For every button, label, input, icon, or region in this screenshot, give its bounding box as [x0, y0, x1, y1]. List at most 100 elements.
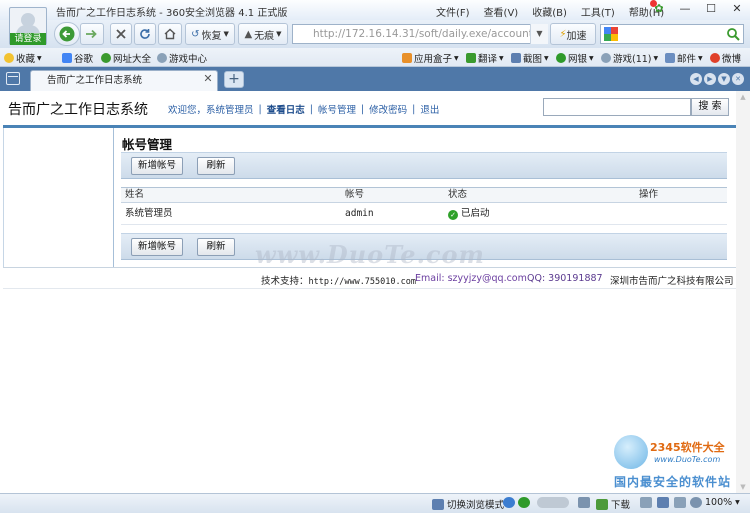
download-icon	[596, 498, 608, 510]
app-box-icon	[402, 53, 412, 63]
site-search-input[interactable]	[543, 98, 691, 116]
fav-site-directory-label: 网址大全	[113, 54, 152, 65]
table-header: 姓名 帐号 状态 操作	[121, 187, 727, 203]
security-icon[interactable]	[518, 497, 530, 508]
screen-icon[interactable]	[640, 497, 652, 508]
table-row[interactable]: 系统管理员 admin ✓ 已启动	[121, 203, 727, 225]
menu-view[interactable]: 查看(V)	[484, 4, 519, 19]
speedup-button[interactable]: ⚡ 加速	[550, 23, 596, 45]
nav-change-password[interactable]: 修改密码	[369, 102, 407, 116]
cell-status: ✓ 已启动	[448, 203, 490, 225]
scroll-up-icon[interactable]: ▲	[739, 93, 747, 101]
fav-games[interactable]: 游戏(11) ▼	[601, 51, 658, 65]
footer-qq: QQ: 390191887	[527, 273, 603, 284]
download-label: 下载	[611, 500, 631, 511]
login-button[interactable]: 请登录	[10, 33, 46, 45]
tab-list-icon[interactable]: ▼	[718, 73, 730, 85]
logo-slogan: 国内最安全的软件站	[614, 475, 732, 489]
refresh-button[interactable]: 刷新	[197, 157, 235, 175]
new-tab-button[interactable]: +	[224, 71, 244, 88]
tab-navigation: ◀ ▶ ▼ ✕	[690, 73, 744, 85]
skin-icon[interactable]: ✿	[650, 0, 666, 16]
favorites-menu[interactable]: 收藏 ▼	[4, 51, 42, 65]
refresh-browser-button[interactable]	[134, 23, 156, 45]
window-icon	[657, 497, 669, 508]
tab-active[interactable]: 告而广之工作日志系统	[30, 70, 218, 91]
logo-name: 2345软件大全	[650, 441, 725, 454]
zoom-control[interactable]: 100% ▼	[690, 497, 740, 508]
site-search-button[interactable]: 搜 索	[691, 98, 729, 116]
chevron-down-icon: ▼	[499, 54, 504, 62]
support-url[interactable]: http://www.755010.com	[309, 277, 416, 287]
shield-icon	[518, 497, 530, 508]
tab-next-icon[interactable]: ▶	[704, 73, 716, 85]
tab-close-all-icon[interactable]: ✕	[732, 73, 744, 85]
home-icon	[164, 28, 176, 40]
cell-account: admin	[345, 208, 374, 219]
bank-icon	[556, 53, 566, 63]
nav-logout[interactable]: 退出	[420, 102, 439, 116]
back-button[interactable]	[54, 22, 80, 46]
fav-weibo[interactable]: 微博	[710, 51, 741, 65]
grid-icon[interactable]	[578, 497, 590, 508]
address-bar[interactable]: http://172.16.14.31/soft/daily.exe/accou…	[292, 24, 548, 44]
add-account-button[interactable]: 新增帐号	[131, 157, 183, 175]
address-url: http://172.16.14.31/soft/daily.exe/accou…	[313, 28, 548, 40]
window-icon[interactable]	[657, 497, 669, 508]
fav-game-center-label: 游戏中心	[169, 54, 208, 65]
chevron-down-icon: ▼	[37, 54, 42, 62]
add-account-button[interactable]: 新增帐号	[131, 238, 183, 256]
ie-icon	[503, 497, 515, 508]
fav-bank-label: 网银	[568, 54, 588, 65]
forward-button[interactable]	[80, 23, 104, 45]
maximize-icon[interactable]: ☐	[704, 2, 718, 16]
fav-translate-label: 翻译	[478, 54, 498, 65]
fav-translate[interactable]: 翻译 ▼	[466, 51, 504, 65]
ie-engine-icon[interactable]	[503, 497, 515, 508]
fav-google-label: 谷歌	[74, 54, 94, 65]
stop-icon	[116, 29, 126, 39]
sidebar-toggle-icon[interactable]	[6, 72, 20, 85]
footer-support: 技术支持：http://www.755010.com	[261, 273, 416, 287]
web-page: 告而广之工作日志系统 欢迎您，系统管理员 | 查看日志 | 帐号管理 | 修改密…	[0, 91, 750, 493]
footer-email[interactable]: Email: szyyjzy@qq.com	[415, 273, 527, 284]
fav-game-center[interactable]: 游戏中心	[157, 51, 207, 65]
menu-file[interactable]: 文件(F)	[436, 4, 470, 19]
download-button[interactable]: 下载	[596, 497, 630, 511]
nav-account-management[interactable]: 帐号管理	[318, 102, 356, 116]
home-button[interactable]	[158, 23, 182, 45]
cell-name: 系统管理员	[125, 208, 173, 219]
tab-close-icon[interactable]: ✕	[202, 73, 214, 85]
fav-app-box-label: 应用盒子	[414, 54, 453, 65]
speed-mode-toggle[interactable]	[537, 497, 569, 508]
stop-button[interactable]	[110, 23, 132, 45]
tab-prev-icon[interactable]: ◀	[690, 73, 702, 85]
fav-bank[interactable]: 网银 ▼	[556, 51, 594, 65]
fav-google[interactable]: 谷歌	[62, 51, 93, 65]
browser-search-box[interactable]	[600, 24, 744, 44]
menu-tools[interactable]: 工具(T)	[581, 4, 615, 19]
window-title: 告而广之工作日志系统 - 360安全浏览器 4.1 正式版	[56, 8, 288, 19]
sound-icon[interactable]	[674, 497, 686, 508]
restore-button[interactable]: ↺ 恢复 ▼	[185, 23, 235, 45]
fav-site-directory[interactable]: 网址大全	[101, 51, 151, 65]
compat-mode-toggle[interactable]: 切换浏览模式	[432, 497, 504, 511]
chevron-down-icon: ▼	[276, 30, 282, 38]
header-divider	[3, 125, 748, 128]
search-icon[interactable]	[726, 27, 740, 41]
fav-app-box[interactable]: 应用盒子 ▼	[402, 51, 459, 65]
address-dropdown-button[interactable]: ▼	[530, 24, 548, 44]
page-scrollbar[interactable]: ▲ ▼	[736, 91, 750, 493]
fav-screenshot[interactable]: 截图 ▼	[511, 51, 549, 65]
menu-favorites[interactable]: 收藏(B)	[532, 4, 567, 19]
fav-mail[interactable]: 邮件 ▼	[665, 51, 703, 65]
minimize-icon[interactable]: —	[678, 2, 692, 16]
fav-weibo-label: 微博	[722, 54, 742, 65]
refresh-button[interactable]: 刷新	[197, 238, 235, 256]
close-icon[interactable]: ✕	[730, 2, 744, 16]
incognito-label: 无痕	[254, 30, 275, 42]
fav-screenshot-label: 截图	[523, 54, 543, 65]
nav-view-log[interactable]: 查看日志	[267, 102, 305, 116]
incognito-button[interactable]: ▲ 无痕 ▼	[238, 23, 288, 45]
scissors-icon	[511, 53, 521, 63]
